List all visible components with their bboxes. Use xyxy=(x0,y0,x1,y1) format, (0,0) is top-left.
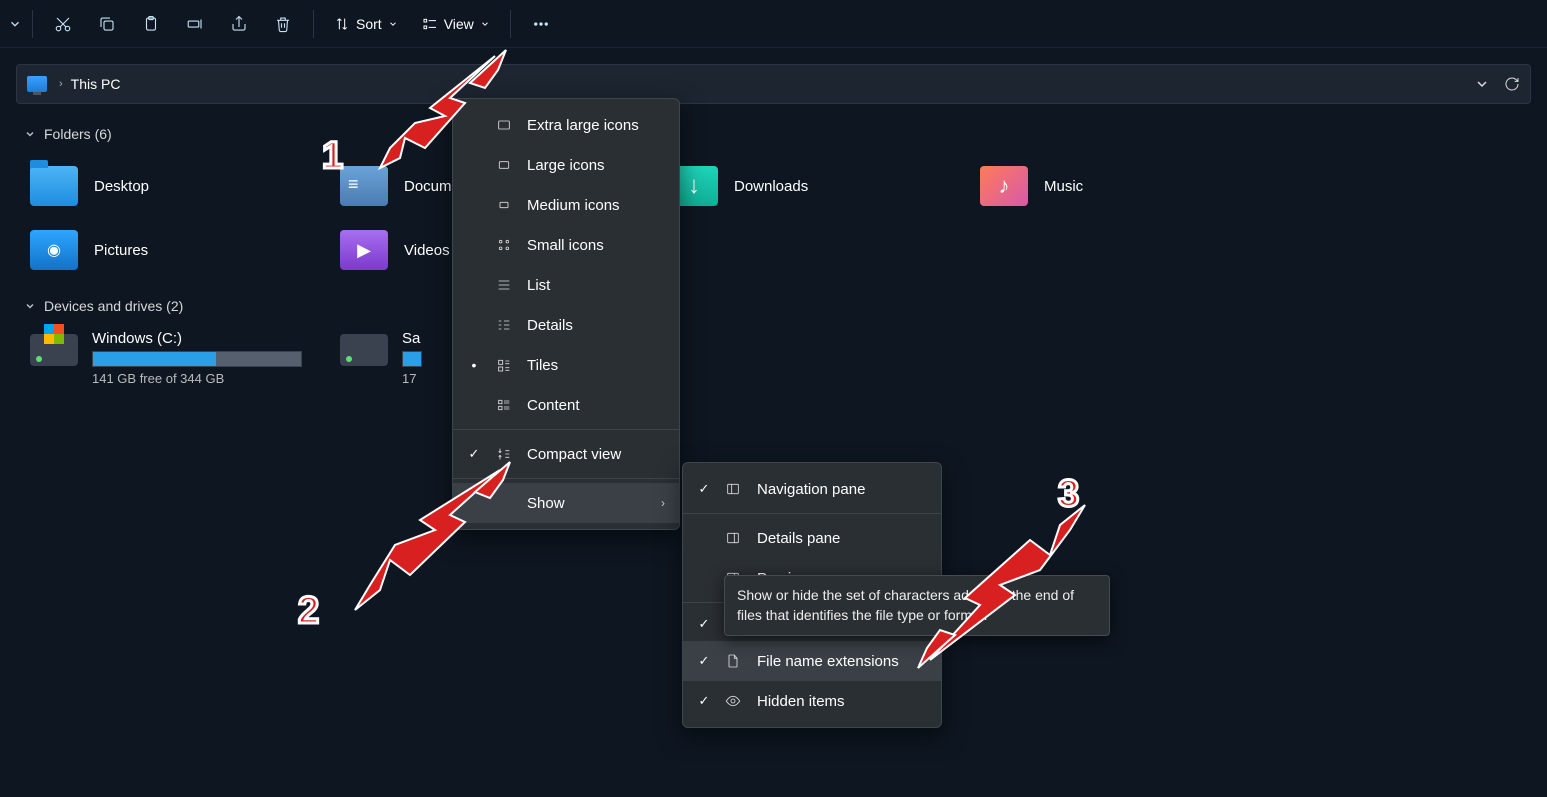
sort-label: Sort xyxy=(356,16,382,32)
tooltip-file-extensions: Show or hide the set of characters added… xyxy=(724,575,1110,636)
separator xyxy=(32,10,33,38)
folder-label: Desktop xyxy=(94,178,149,195)
chevron-down-icon[interactable] xyxy=(1474,76,1490,92)
toolbar: Sort View xyxy=(0,0,1547,48)
address-bar[interactable]: › This PC xyxy=(16,64,1531,104)
show-hidden-items[interactable]: ✓ Hidden items xyxy=(683,681,941,721)
folder-label: Music xyxy=(1044,178,1083,195)
rename-button[interactable] xyxy=(175,6,215,42)
view-show-submenu[interactable]: Show › xyxy=(453,483,679,523)
menu-label: Extra large icons xyxy=(527,117,639,134)
submenu-arrow-icon: › xyxy=(661,496,665,510)
copy-button[interactable] xyxy=(87,6,127,42)
share-button[interactable] xyxy=(219,6,259,42)
cut-button[interactable] xyxy=(43,6,83,42)
menu-label: List xyxy=(527,277,550,294)
drive-icon xyxy=(340,334,388,366)
folders-group-label: Folders (6) xyxy=(44,126,112,142)
view-content[interactable]: Content xyxy=(453,385,679,425)
menu-label: Small icons xyxy=(527,237,604,254)
drives-group-header[interactable]: Devices and drives (2) xyxy=(20,288,1527,326)
folders-group-header[interactable]: Folders (6) xyxy=(20,116,1527,154)
folder-label: Videos xyxy=(404,242,450,259)
content-area: Folders (6) Desktop Documents Downloads … xyxy=(0,108,1547,398)
refresh-icon[interactable] xyxy=(1504,76,1520,92)
menu-label: Content xyxy=(527,397,580,414)
separator xyxy=(313,10,314,38)
view-icon xyxy=(422,16,438,32)
menu-separator xyxy=(453,429,679,430)
menu-label: Compact view xyxy=(527,446,621,463)
folder-pictures[interactable]: Pictures xyxy=(20,218,330,282)
view-small-icons[interactable]: Small icons xyxy=(453,225,679,265)
view-menu[interactable]: View xyxy=(412,6,500,42)
view-label: View xyxy=(444,16,474,32)
annotation-number-2: 2 xyxy=(298,590,319,633)
videos-folder-icon xyxy=(340,230,388,270)
drive-usage-bar xyxy=(402,351,422,367)
menu-label: Navigation pane xyxy=(757,481,865,498)
show-details-pane[interactable]: Details pane xyxy=(683,518,941,558)
chevron-down-icon xyxy=(24,300,36,312)
drive-usage-bar xyxy=(92,351,302,367)
paste-button[interactable] xyxy=(131,6,171,42)
new-dropdown[interactable] xyxy=(8,6,22,42)
drive-name: Sa xyxy=(402,330,422,347)
drive-free-text: 141 GB free of 344 GB xyxy=(92,371,302,386)
view-medium-icons[interactable]: Medium icons xyxy=(453,185,679,225)
show-navigation-pane[interactable]: ✓ Navigation pane xyxy=(683,469,941,509)
chevron-down-icon xyxy=(24,128,36,140)
view-tiles[interactable]: Tiles xyxy=(453,345,679,385)
this-pc-icon xyxy=(27,76,47,92)
view-compact[interactable]: ✓ Compact view xyxy=(453,434,679,474)
documents-folder-icon xyxy=(340,166,388,206)
more-button[interactable] xyxy=(521,6,561,42)
drive-name: Windows (C:) xyxy=(92,330,302,347)
menu-label: Large icons xyxy=(527,157,605,174)
folder-music[interactable]: Music xyxy=(970,154,1280,218)
show-file-name-extensions[interactable]: ✓ File name extensions xyxy=(683,641,941,681)
sort-menu[interactable]: Sort xyxy=(324,6,408,42)
folder-downloads[interactable]: Downloads xyxy=(660,154,970,218)
menu-label: File name extensions xyxy=(757,653,899,670)
view-extra-large-icons[interactable]: Extra large icons xyxy=(453,105,679,145)
separator xyxy=(510,10,511,38)
folders-grid: Desktop Documents Downloads Music Pictur… xyxy=(20,154,1527,282)
desktop-folder-icon xyxy=(30,166,78,206)
folder-label: Pictures xyxy=(94,242,148,259)
delete-button[interactable] xyxy=(263,6,303,42)
menu-separator xyxy=(453,478,679,479)
drive-windows-c[interactable]: Windows (C:) 141 GB free of 344 GB xyxy=(20,326,330,390)
drives-grid: Windows (C:) 141 GB free of 344 GB Sa 17 xyxy=(20,326,1527,390)
view-large-icons[interactable]: Large icons xyxy=(453,145,679,185)
drive-free-text: 17 xyxy=(402,371,422,386)
chevron-down-icon xyxy=(480,19,490,29)
folder-desktop[interactable]: Desktop xyxy=(20,154,330,218)
breadcrumb-separator: › xyxy=(59,78,63,90)
view-details[interactable]: Details xyxy=(453,305,679,345)
breadcrumb-location[interactable]: This PC xyxy=(71,76,121,92)
drive-icon xyxy=(30,334,78,366)
menu-label: Tiles xyxy=(527,357,558,374)
music-folder-icon xyxy=(980,166,1028,206)
annotation-number-3: 3 xyxy=(1058,473,1079,516)
annotation-number-1: 1 xyxy=(322,135,343,178)
menu-label: Details pane xyxy=(757,530,840,547)
drives-group-label: Devices and drives (2) xyxy=(44,298,183,314)
menu-label: Medium icons xyxy=(527,197,620,214)
chevron-down-icon xyxy=(388,19,398,29)
menu-label: Details xyxy=(527,317,573,334)
menu-label: Show xyxy=(527,495,565,512)
menu-label: Hidden items xyxy=(757,693,845,710)
pictures-folder-icon xyxy=(30,230,78,270)
sort-icon xyxy=(334,16,350,32)
view-list[interactable]: List xyxy=(453,265,679,305)
folder-label: Downloads xyxy=(734,178,808,195)
menu-separator xyxy=(683,513,941,514)
view-dropdown: Extra large icons Large icons Medium ico… xyxy=(452,98,680,530)
